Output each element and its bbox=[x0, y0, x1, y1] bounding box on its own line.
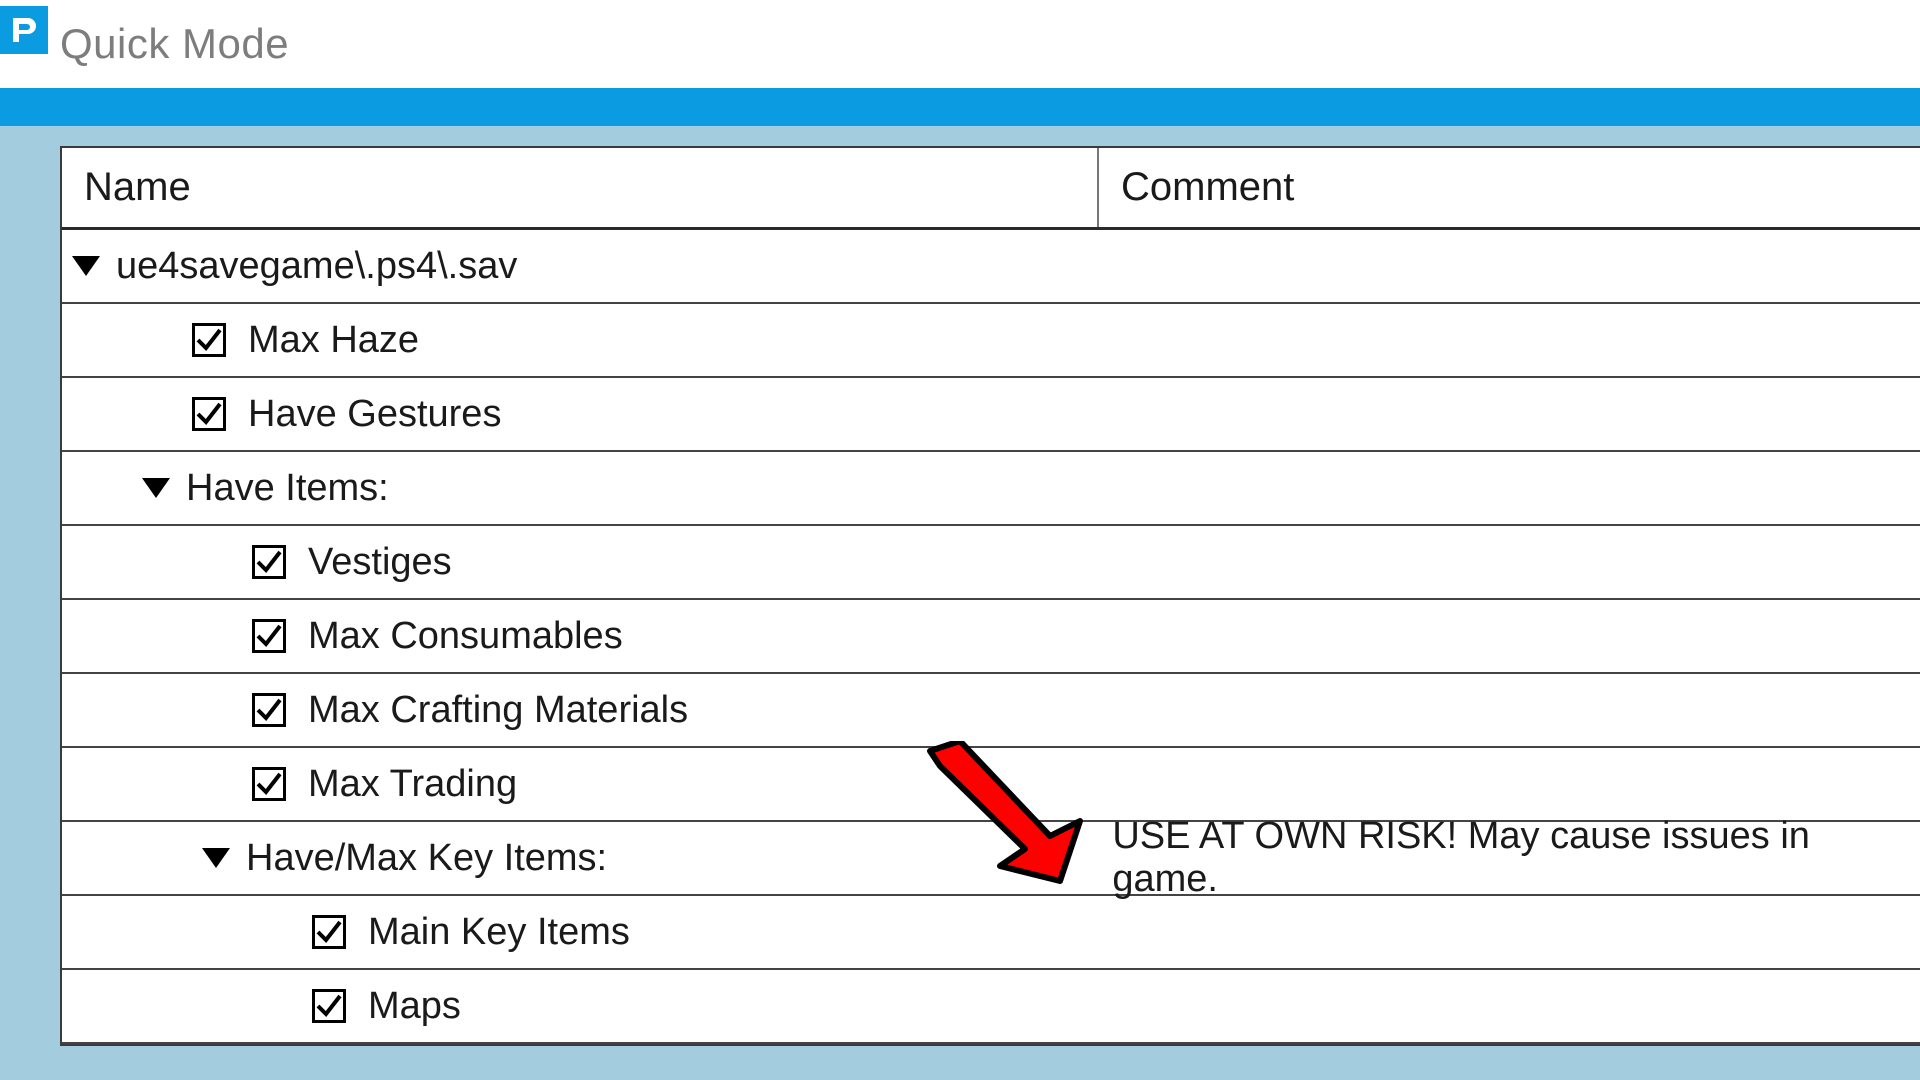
row-have-gestures[interactable]: Have Gestures bbox=[62, 378, 1920, 452]
app-icon bbox=[0, 6, 48, 54]
grid-header: Name Comment bbox=[62, 148, 1920, 230]
row-max-trading[interactable]: Max Trading bbox=[62, 748, 1920, 822]
checkbox[interactable] bbox=[312, 989, 346, 1023]
node-label: Max Trading bbox=[308, 763, 517, 806]
content-panel: Name Comment ue4savegame\.ps4\.sav Max H… bbox=[0, 126, 1920, 1080]
tree-grid: Name Comment ue4savegame\.ps4\.sav Max H… bbox=[60, 146, 1920, 1046]
checkbox[interactable] bbox=[252, 767, 286, 801]
node-label: ue4savegame\.ps4\.sav bbox=[116, 245, 517, 288]
checkbox[interactable] bbox=[252, 619, 286, 653]
node-label: Max Consumables bbox=[308, 615, 623, 658]
node-label: Max Haze bbox=[248, 319, 419, 362]
checkbox[interactable] bbox=[312, 915, 346, 949]
checkbox[interactable] bbox=[192, 323, 226, 357]
triangle-down-icon[interactable] bbox=[202, 848, 230, 868]
menu-bar bbox=[0, 88, 1920, 126]
row-max-haze[interactable]: Max Haze bbox=[62, 304, 1920, 378]
comment-text: USE AT OWN RISK! May cause issues in gam… bbox=[1090, 815, 1920, 901]
header-name: Name bbox=[62, 165, 1097, 210]
node-label: Have Gestures bbox=[248, 393, 501, 436]
checkbox[interactable] bbox=[252, 693, 286, 727]
window-title: Quick Mode bbox=[60, 20, 289, 68]
row-maps[interactable]: Maps bbox=[62, 970, 1920, 1044]
node-label: Have Items: bbox=[186, 467, 389, 510]
triangle-down-icon[interactable] bbox=[72, 256, 100, 276]
row-have-items[interactable]: Have Items: bbox=[62, 452, 1920, 526]
titlebar: Quick Mode bbox=[0, 0, 1920, 88]
triangle-down-icon[interactable] bbox=[142, 478, 170, 498]
header-comment: Comment bbox=[1097, 148, 1294, 227]
row-max-consumables[interactable]: Max Consumables bbox=[62, 600, 1920, 674]
node-label: Vestiges bbox=[308, 541, 452, 584]
node-label: Maps bbox=[368, 985, 461, 1028]
row-vestiges[interactable]: Vestiges bbox=[62, 526, 1920, 600]
node-label: Main Key Items bbox=[368, 911, 630, 954]
checkbox[interactable] bbox=[252, 545, 286, 579]
row-max-crafting[interactable]: Max Crafting Materials bbox=[62, 674, 1920, 748]
tree-root-row[interactable]: ue4savegame\.ps4\.sav bbox=[62, 230, 1920, 304]
row-key-items[interactable]: Have/Max Key Items: USE AT OWN RISK! May… bbox=[62, 822, 1920, 896]
node-label: Have/Max Key Items: bbox=[246, 837, 607, 880]
checkbox[interactable] bbox=[192, 397, 226, 431]
row-main-key-items[interactable]: Main Key Items bbox=[62, 896, 1920, 970]
node-label: Max Crafting Materials bbox=[308, 689, 688, 732]
